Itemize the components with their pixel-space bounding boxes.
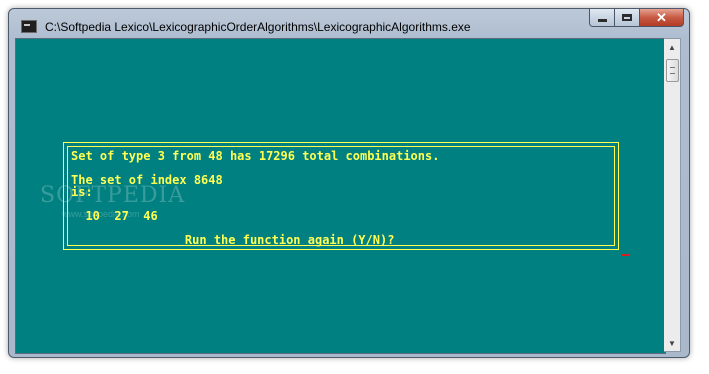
scroll-up-arrow-icon[interactable]: ▲ — [664, 39, 680, 55]
window-controls: ✕ — [589, 9, 684, 28]
maximize-icon — [622, 14, 632, 21]
console-output-area[interactable]: SOFTPEDIA www.softpedia.com Set of type … — [15, 38, 666, 354]
console-window: C:\Softpedia Lexico\LexicographicOrderAl… — [8, 8, 690, 358]
set-index-line: The set of index 8648 — [71, 173, 223, 187]
vertical-scrollbar[interactable]: ▲ ▼ — [664, 38, 681, 352]
title-bar[interactable]: C:\Softpedia Lexico\LexicographicOrderAl… — [9, 9, 689, 39]
close-icon: ✕ — [656, 9, 667, 25]
cursor-mark — [621, 254, 629, 256]
combinations-summary-line: Set of type 3 from 48 has 17296 total co… — [71, 149, 440, 163]
minimize-button[interactable] — [589, 9, 615, 27]
window-title: C:\Softpedia Lexico\LexicographicOrderAl… — [45, 20, 471, 34]
minimize-icon — [597, 19, 607, 22]
scroll-thumb[interactable] — [666, 59, 679, 82]
console-app-icon[interactable] — [21, 20, 37, 33]
maximize-button[interactable] — [615, 9, 640, 27]
set-values-line: 10 27 46 — [71, 209, 158, 223]
is-label-line: is: — [71, 185, 93, 199]
close-button[interactable]: ✕ — [640, 9, 684, 27]
run-again-prompt: Run the function again (Y/N)? — [91, 233, 395, 247]
scroll-down-arrow-icon[interactable]: ▼ — [664, 335, 680, 351]
